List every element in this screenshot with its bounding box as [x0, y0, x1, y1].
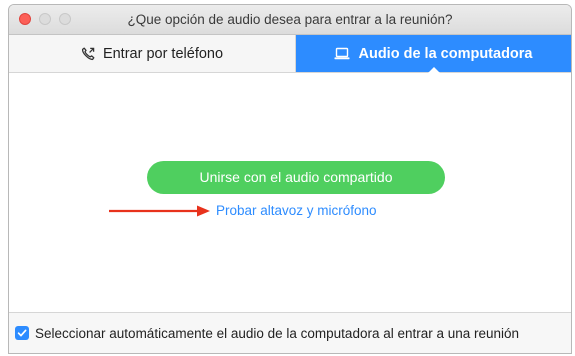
red-arrow-annotation	[109, 205, 210, 217]
window-title: ¿Que opción de audio desea para entrar a…	[127, 12, 453, 27]
auto-select-audio-label: Seleccionar automáticamente el audio de …	[35, 325, 520, 341]
tab-phone[interactable]: Entrar por teléfono	[9, 35, 296, 72]
tab-computer-label: Audio de la computadora	[358, 45, 533, 62]
join-shared-audio-button[interactable]: Unirse con el audio compartido	[147, 161, 445, 194]
footer: Seleccionar automáticamente el audio de …	[9, 312, 571, 353]
audio-options-window: ¿Que opción de audio desea para entrar a…	[8, 4, 572, 354]
phone-icon	[81, 47, 95, 61]
auto-select-audio-checkbox[interactable]	[15, 326, 29, 340]
checkmark-icon	[17, 329, 27, 337]
laptop-icon	[334, 47, 350, 60]
tab-computer-audio[interactable]: Audio de la computadora	[296, 35, 571, 73]
test-speaker-mic-link[interactable]: Probar altavoz y micrófono	[216, 203, 377, 218]
main-content: Unirse con el audio compartido Probar al…	[9, 73, 571, 313]
tab-phone-label: Entrar por teléfono	[102, 45, 224, 62]
title-bar: ¿Que opción de audio desea para entrar a…	[9, 5, 571, 35]
audio-tabs: Entrar por teléfono Audio de la computad…	[9, 35, 571, 73]
